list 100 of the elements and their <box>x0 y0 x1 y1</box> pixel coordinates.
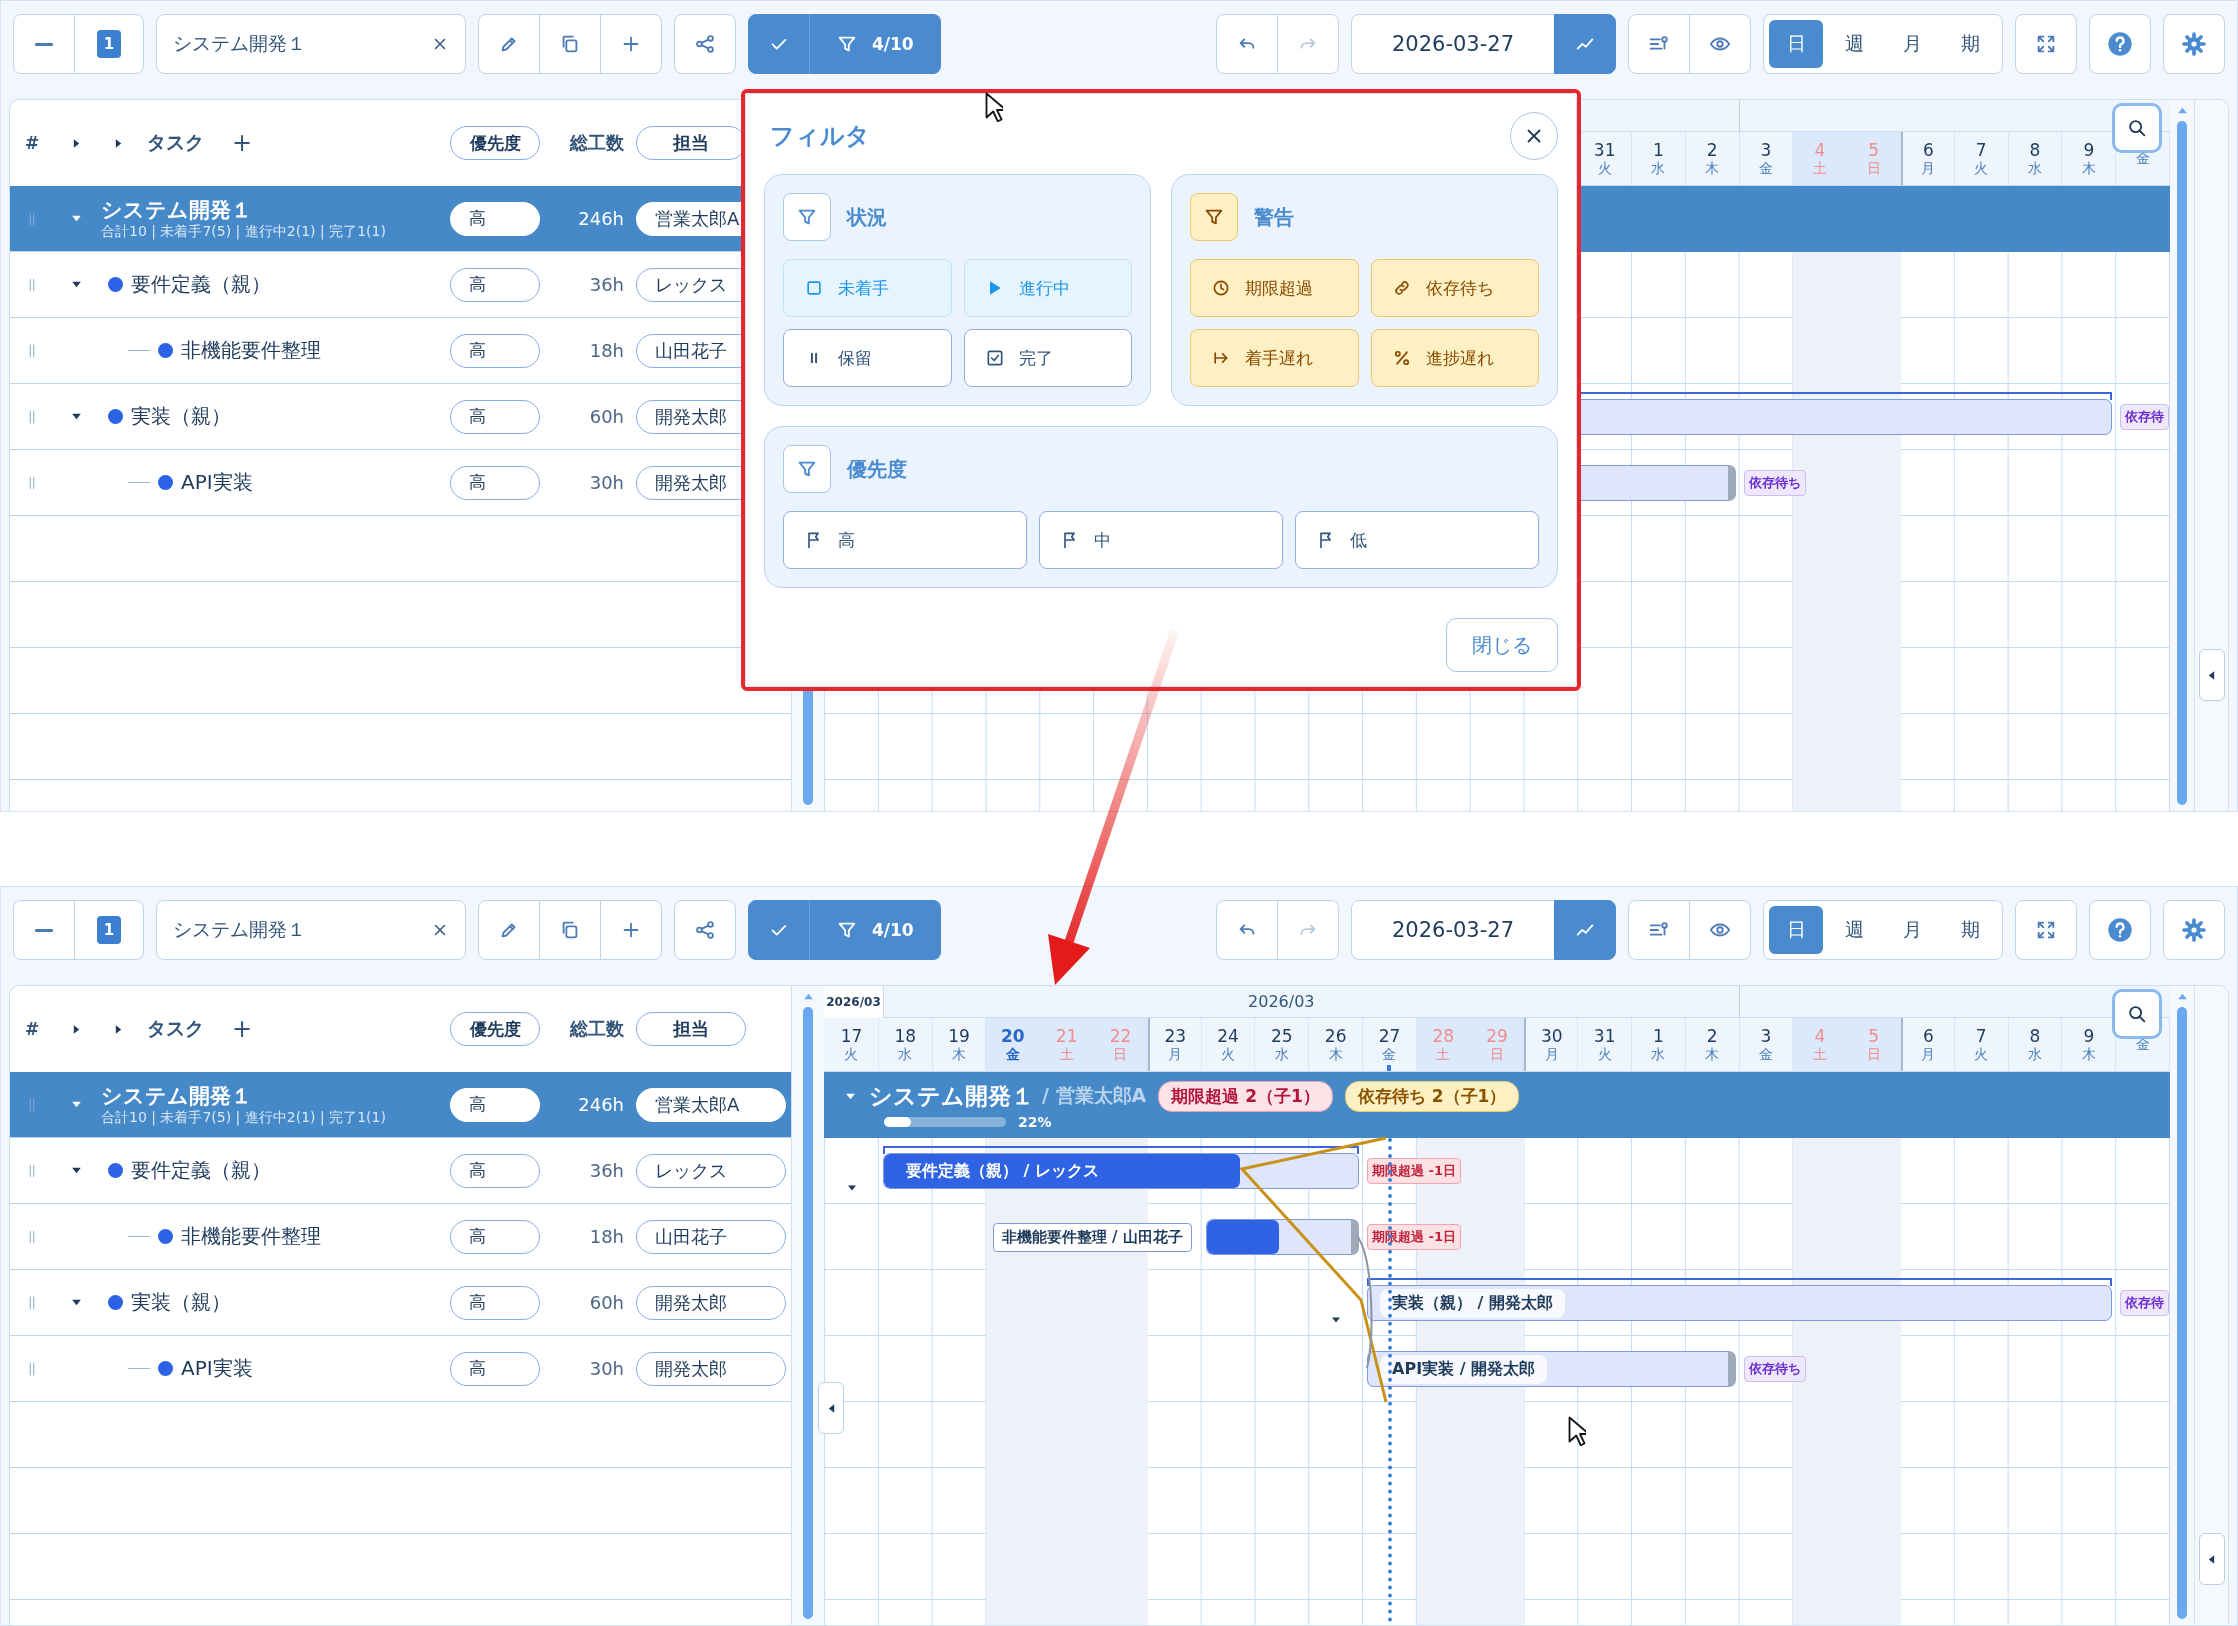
collapse-button[interactable] <box>13 14 75 74</box>
task-row[interactable]: 実装（親） 高 60h 開発太郎 <box>10 1270 791 1336</box>
day-number: 1 <box>1653 140 1664 161</box>
search-button[interactable] <box>2112 103 2162 153</box>
task-row[interactable]: API実装 高 30h 開発太郎 <box>10 1336 791 1402</box>
task-bar[interactable]: 要件定義（親） / レックス <box>882 1153 1360 1189</box>
settings-button[interactable] <box>2163 900 2225 960</box>
task-row[interactable]: 非機能要件整理 高 18h 山田花子 <box>10 1204 791 1270</box>
bar-label: 非機能要件整理 / 山田花子 <box>992 1222 1192 1252</box>
list-settings-button[interactable] <box>1628 900 1690 960</box>
section-title: 警告 <box>1254 203 1294 231</box>
check-button[interactable] <box>748 900 810 960</box>
close-button[interactable] <box>1510 112 1558 160</box>
filter-toggle-button[interactable] <box>783 445 831 493</box>
filter-option[interactable]: 進捗遅れ <box>1370 329 1539 387</box>
filter-option[interactable]: 保留 <box>783 329 952 387</box>
search-button[interactable] <box>2112 989 2162 1039</box>
filter-option[interactable]: 着手遅れ <box>1190 329 1359 387</box>
list-settings-button[interactable] <box>1628 14 1690 74</box>
view-tab[interactable]: 期 <box>1943 906 1997 954</box>
help-button[interactable] <box>2089 14 2151 74</box>
chart-button[interactable] <box>1554 14 1616 74</box>
copy-button[interactable] <box>539 14 601 74</box>
fullscreen-button[interactable] <box>2015 14 2077 74</box>
priority-select[interactable]: 高 <box>450 399 540 434</box>
priority-sort-button[interactable]: 優先度 <box>450 1012 540 1046</box>
copy-button[interactable] <box>539 900 601 960</box>
view-tab[interactable]: 月 <box>1885 20 1939 68</box>
edit-button[interactable] <box>478 14 540 74</box>
weekday-label: 水 <box>1651 160 1666 177</box>
date-field[interactable]: 2026-03-27 <box>1351 900 1555 960</box>
view-tab[interactable]: 月 <box>1885 906 1939 954</box>
task-name: 実装（親） <box>131 403 231 430</box>
add-task-button[interactable]: + <box>226 129 259 157</box>
share-button[interactable] <box>674 900 736 960</box>
filter-option[interactable]: 低 <box>1295 511 1539 569</box>
weekday-label: 木 <box>2081 160 2096 177</box>
check-button[interactable] <box>748 14 810 74</box>
assignee-select[interactable]: 開発太郎 <box>636 1285 786 1320</box>
priority-select[interactable]: 高 <box>450 1087 540 1122</box>
view-tab[interactable]: 日 <box>1769 906 1823 954</box>
priority-select[interactable]: 高 <box>450 1285 540 1320</box>
collapse-panel-button[interactable] <box>2198 1533 2225 1585</box>
add-task-button[interactable]: + <box>226 1015 259 1043</box>
filter-toggle-button[interactable] <box>783 193 831 241</box>
collapse-panel-button[interactable] <box>2198 649 2225 701</box>
share-button[interactable] <box>674 14 736 74</box>
visibility-button[interactable] <box>1689 900 1751 960</box>
help-button[interactable] <box>2089 900 2151 960</box>
priority-select[interactable]: 高 <box>450 1219 540 1254</box>
day-number: 8 <box>2029 1026 2041 1047</box>
view-tab[interactable]: 期 <box>1943 20 1997 68</box>
task-row[interactable]: 要件定義（親） 高 36h レックス <box>10 1138 791 1204</box>
project-select[interactable]: システム開発１ <box>156 900 466 960</box>
date-field[interactable]: 2026-03-27 <box>1351 14 1555 74</box>
view-tab[interactable]: 週 <box>1827 20 1881 68</box>
collapse-panel-button[interactable] <box>818 1382 844 1435</box>
add-button[interactable] <box>600 14 662 74</box>
priority-sort-button[interactable]: 優先度 <box>450 126 540 160</box>
weekday-label: 日 <box>1490 1046 1505 1063</box>
task-summary: 合計10 | 未着手7(5) | 進行中2(1) | 完了1(1) <box>101 1108 386 1126</box>
assignee-sort-button[interactable]: 担当 <box>636 1012 746 1046</box>
task-bar[interactable] <box>1205 1219 1360 1255</box>
day-number: 9 <box>2083 1026 2095 1047</box>
assignee-select[interactable]: 営業太郎A <box>636 1087 786 1122</box>
priority-select[interactable]: 高 <box>450 1351 540 1386</box>
task-bar[interactable]: 実装（親） / 開発太郎 <box>1367 1285 2113 1321</box>
priority-select[interactable]: 高 <box>450 267 540 302</box>
filter-button[interactable]: 4/10 <box>809 900 941 960</box>
priority-select[interactable]: 高 <box>450 1153 540 1188</box>
assignee-select[interactable]: レックス <box>636 1153 786 1188</box>
project-select[interactable]: システム開発１ <box>156 14 466 74</box>
filter-option[interactable]: 高 <box>783 511 1027 569</box>
task-row[interactable]: システム開発１ 合計10 | 未着手7(5) | 進行中2(1) | 完了1(1) 高 246h 営業太郎A <box>10 1072 791 1138</box>
filter-option[interactable]: 中 <box>1039 511 1283 569</box>
assignee-select[interactable]: 開発太郎 <box>636 1351 786 1386</box>
task-bar[interactable]: API実装 / 開発太郎 <box>1367 1351 1736 1387</box>
close-button[interactable]: 閉じる <box>1446 618 1558 672</box>
filter-option[interactable]: 完了 <box>963 329 1132 387</box>
assignee-select[interactable]: 山田花子 <box>636 1219 786 1254</box>
filter-button[interactable]: 4/10 <box>809 14 941 74</box>
chart-button[interactable] <box>1554 900 1616 960</box>
collapse-button[interactable] <box>13 900 75 960</box>
priority-select[interactable]: 高 <box>450 333 540 368</box>
level-button[interactable]: 1 <box>74 14 144 74</box>
visibility-button[interactable] <box>1689 14 1751 74</box>
filter-option[interactable]: 期限超過 <box>1190 259 1359 317</box>
filter-option[interactable]: 依存待ち <box>1370 259 1539 317</box>
edit-button[interactable] <box>478 900 540 960</box>
fullscreen-button[interactable] <box>2015 900 2077 960</box>
view-tab[interactable]: 日 <box>1769 20 1823 68</box>
priority-select[interactable]: 高 <box>450 465 540 500</box>
undo-button[interactable] <box>1216 900 1278 960</box>
level-button[interactable]: 1 <box>74 900 144 960</box>
priority-select[interactable]: 高 <box>450 201 540 236</box>
undo-button[interactable] <box>1216 14 1278 74</box>
add-button[interactable] <box>600 900 662 960</box>
filter-toggle-button[interactable] <box>1190 193 1238 241</box>
view-tab[interactable]: 週 <box>1827 906 1881 954</box>
settings-button[interactable] <box>2163 14 2225 74</box>
